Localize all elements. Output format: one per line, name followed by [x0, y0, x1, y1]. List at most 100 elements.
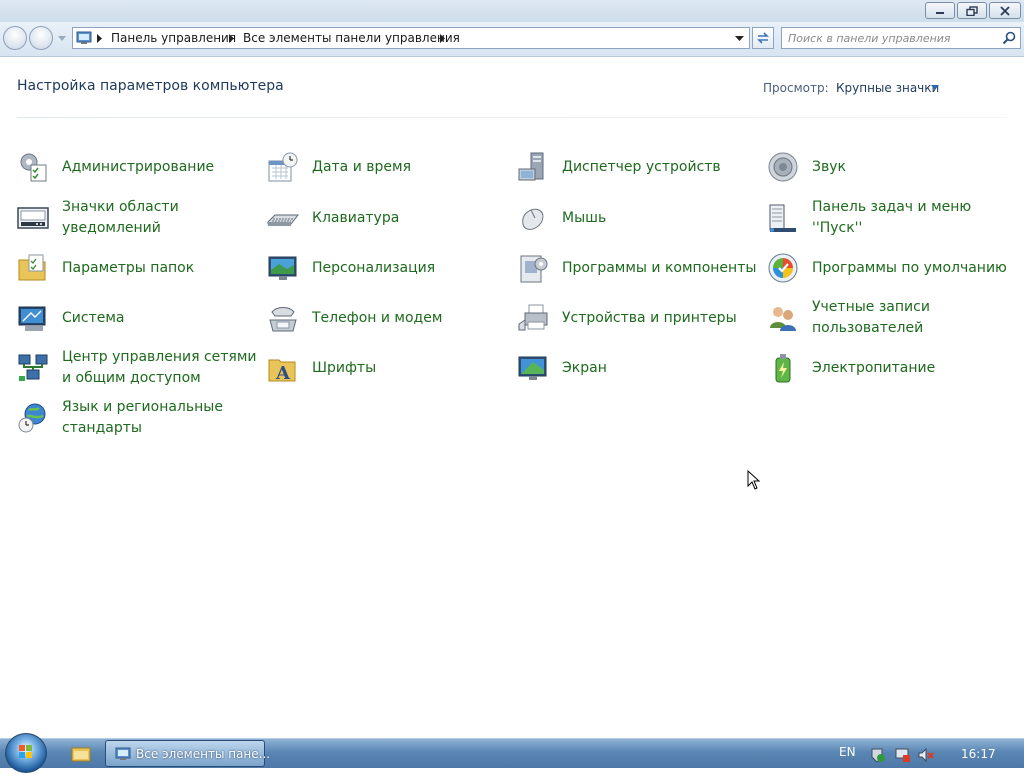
svg-text:A: A [275, 363, 291, 384]
minimize-icon [936, 11, 944, 14]
cp-item-label: Значки области уведомлений [62, 199, 179, 236]
cp-item-user-accounts[interactable]: Учетные записи пользователей [767, 297, 1007, 339]
close-icon [1000, 5, 1010, 16]
taskbar-window-button[interactable]: Все элементы пане... [105, 740, 270, 767]
taskbar-start-menu-icon [769, 204, 796, 232]
sound-icon [768, 152, 798, 182]
taskbar: Все элементы пане... EN 16:17 [0, 733, 1024, 773]
search-icon[interactable] [1002, 31, 1016, 45]
breadcrumb-control-panel[interactable]: Панель управления [111, 31, 236, 45]
search-input[interactable] [788, 30, 994, 46]
control-panel-icon [76, 31, 92, 44]
cp-item-label: Система [62, 309, 125, 326]
keyboard-icon [267, 214, 299, 226]
cp-item-label: Программы по умолчанию [812, 259, 1007, 276]
region-language-icon [18, 403, 46, 433]
display-icon [518, 356, 547, 380]
admin-tools-icon [20, 153, 47, 182]
folder-options-icon [18, 254, 46, 281]
cp-item-device-manager[interactable]: Диспетчер устройств [517, 146, 757, 188]
cp-item-mouse[interactable]: Мышь [517, 197, 757, 239]
cp-item-label: Параметры папок [62, 259, 195, 276]
language-indicator[interactable]: EN [839, 745, 856, 759]
search-box[interactable] [781, 27, 1021, 49]
default-programs-icon [768, 253, 798, 283]
cp-item-label: Мышь [562, 209, 607, 226]
cp-item-label: Электропитание [812, 359, 936, 376]
cp-item-label: Экран [562, 359, 607, 376]
date-time-icon [268, 152, 298, 182]
cp-item-label: Персонализация [312, 259, 436, 276]
cp-item-keyboard[interactable]: Клавиатура [267, 197, 507, 239]
breadcrumb-separator-icon[interactable] [229, 34, 235, 43]
restore-icon [966, 5, 978, 16]
cp-item-default-programs[interactable]: Программы по умолчанию [767, 247, 1007, 289]
recent-pages-dropdown-icon[interactable] [58, 36, 66, 42]
minimize-button[interactable] [925, 2, 955, 19]
cp-item-display[interactable]: Экран [517, 347, 757, 389]
cp-item-administrative-tools[interactable]: Администрирование [17, 146, 257, 188]
cp-item-label: Язык и региональные стандарты [62, 399, 223, 436]
breadcrumb-separator-icon[interactable] [97, 34, 103, 43]
cp-item-label: Клавиатура [312, 209, 400, 226]
notification-icons-icon [17, 207, 49, 229]
personalization-icon [268, 256, 297, 280]
cp-item-system[interactable]: Система [17, 297, 257, 339]
cp-item-label: Панель задач и меню ''Пуск'' [812, 199, 972, 236]
back-button[interactable] [3, 26, 27, 50]
page-title: Настройка параметров компьютера [17, 78, 284, 94]
clock[interactable]: 16:17 [961, 747, 996, 761]
cp-item-label: Учетные записи пользователей [812, 299, 930, 336]
breadcrumb-all-items[interactable]: Все элементы панели управления [243, 31, 460, 45]
start-button[interactable] [5, 733, 47, 773]
network-status-icon[interactable] [895, 747, 911, 763]
cp-item-label: Программы и компоненты [562, 259, 757, 276]
window-title-bar [0, 0, 1024, 22]
cp-item-notification-icons[interactable]: Значки области уведомлений [17, 197, 257, 239]
power-options-icon [775, 354, 791, 383]
cp-item-sound[interactable]: Звук [767, 146, 1007, 188]
cp-item-power-options[interactable]: Электропитание [767, 347, 1007, 389]
cp-item-taskbar-start-menu[interactable]: Панель задач и меню ''Пуск'' [767, 197, 1007, 239]
breadcrumb-separator-icon[interactable] [440, 34, 446, 43]
cp-item-label: Шрифты [312, 359, 377, 376]
cp-item-phone-modem[interactable]: Телефон и модем [267, 297, 507, 339]
taskbar-window-title: Все элементы пане... [136, 747, 271, 761]
cp-item-label: Диспетчер устройств [562, 158, 721, 175]
volume-muted-icon[interactable] [918, 747, 934, 763]
system-icon [18, 306, 46, 331]
address-history-dropdown-icon[interactable] [735, 36, 744, 42]
network-center-icon [18, 354, 48, 381]
cp-item-devices-printers[interactable]: Устройства и принтеры [517, 297, 757, 339]
cp-item-label: Центр управления сетями и общим доступом [62, 349, 257, 386]
view-mode-caret-icon[interactable] [931, 85, 939, 90]
mouse-icon [522, 208, 544, 230]
restore-button[interactable] [957, 2, 987, 19]
cp-item-label: Устройства и принтеры [562, 309, 737, 326]
devices-printers-icon [518, 304, 548, 331]
cp-item-date-time[interactable]: Дата и время [267, 146, 507, 188]
cp-item-folder-options[interactable]: Параметры папок [17, 247, 257, 289]
user-accounts-icon [770, 307, 796, 331]
cp-item-programs-features[interactable]: Программы и компоненты [517, 247, 757, 289]
cp-item-personalization[interactable]: Персонализация [267, 247, 507, 289]
phone-modem-icon [269, 307, 297, 332]
address-bar[interactable]: Панель управления Все элементы панели уп… [72, 27, 750, 49]
header-divider [17, 117, 1007, 118]
cp-item-region-language[interactable]: Язык и региональные стандарты [17, 397, 257, 439]
action-center-icon[interactable] [870, 747, 886, 763]
forward-button[interactable] [29, 26, 53, 50]
windows-logo-icon [19, 745, 32, 758]
view-mode-dropdown[interactable]: Крупные значки [836, 81, 939, 95]
cp-item-network-center[interactable]: Центр управления сетями и общим доступом [17, 347, 257, 389]
explorer-pinned-icon[interactable] [71, 745, 91, 763]
device-manager-icon [518, 152, 544, 181]
close-button[interactable] [989, 2, 1021, 19]
programs-features-icon [520, 255, 548, 283]
navigation-bar: Панель управления Все элементы панели уп… [0, 22, 1024, 57]
cp-item-label: Звук [812, 158, 846, 175]
cp-item-label: Администрирование [62, 158, 215, 175]
cp-item-fonts[interactable]: A Шрифты [267, 347, 507, 389]
refresh-icon [757, 32, 769, 44]
refresh-button[interactable] [752, 27, 774, 49]
